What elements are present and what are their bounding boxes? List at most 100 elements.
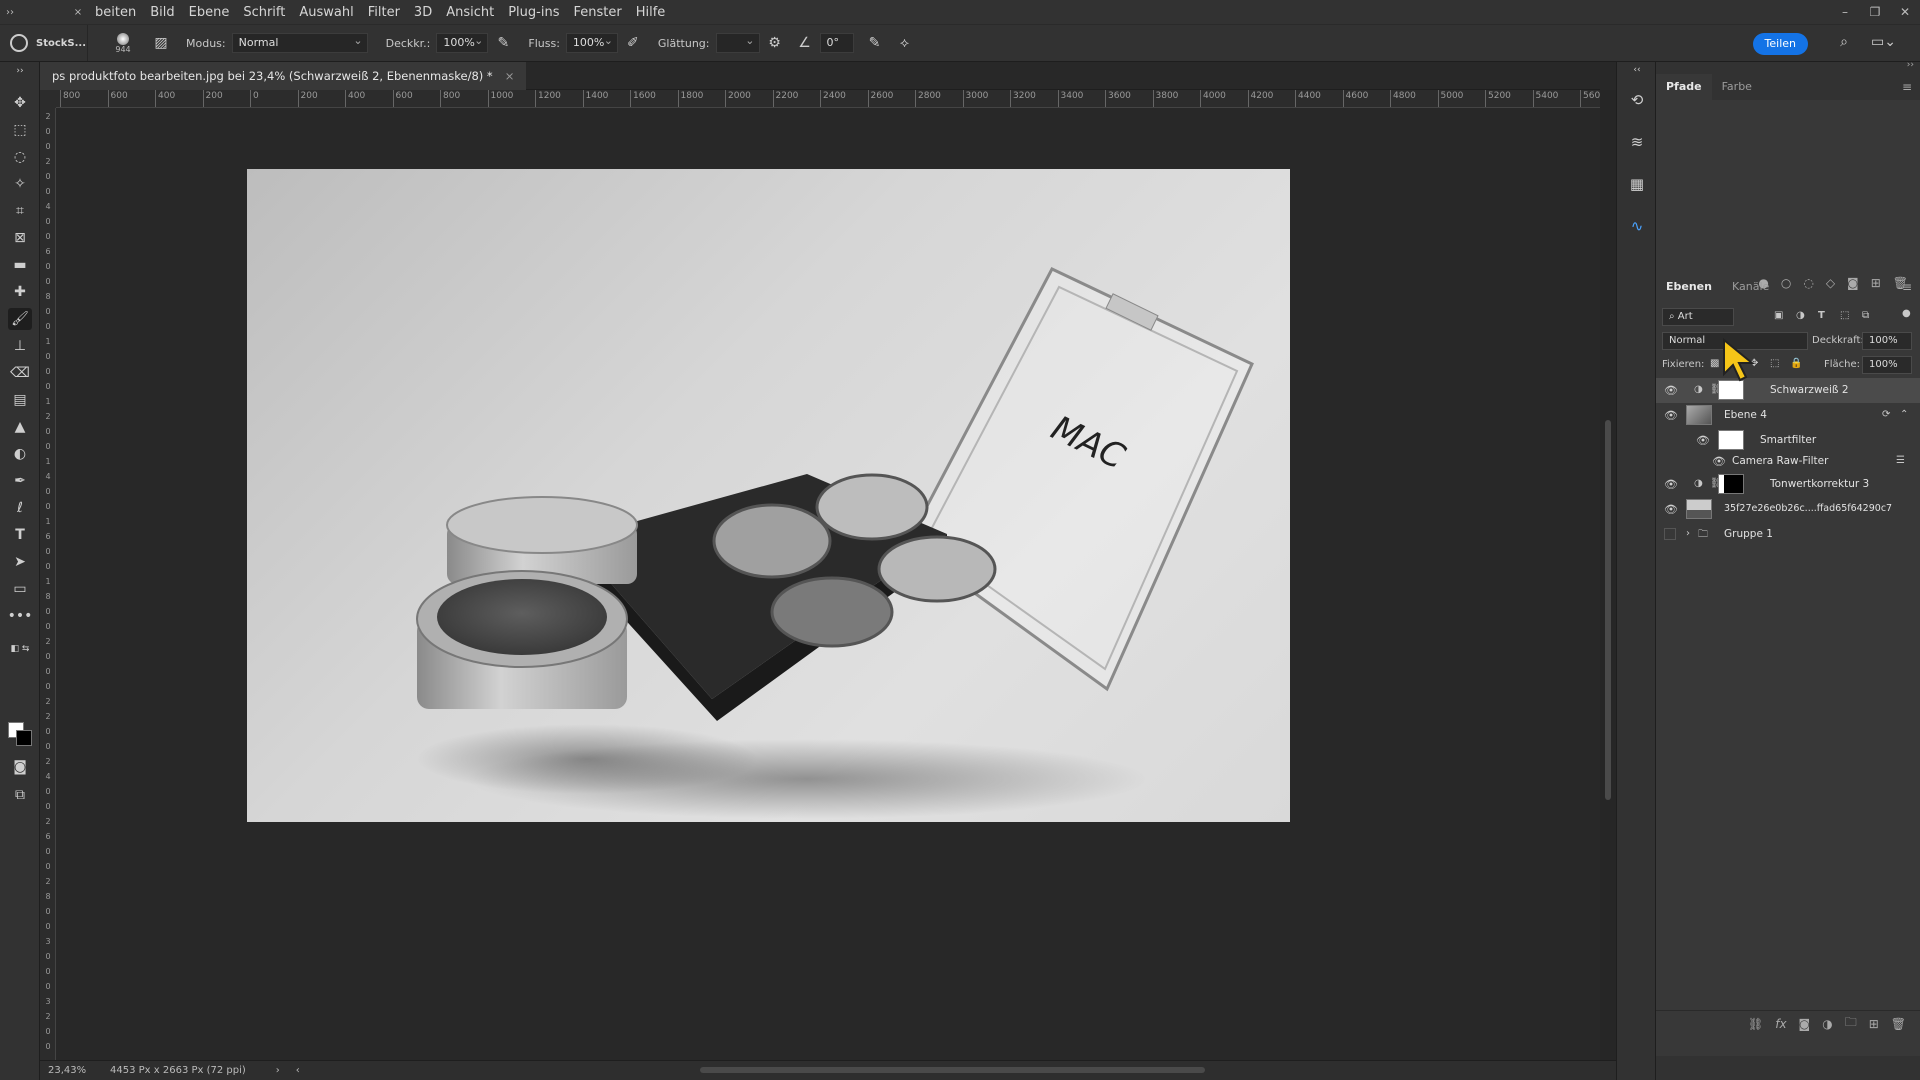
quick-mask-icon[interactable]: ◙: [8, 756, 32, 778]
lasso-tool-icon[interactable]: ◌: [8, 146, 32, 168]
visibility-eye-icon[interactable]: 👁: [1664, 409, 1678, 423]
paths-panel-menu-icon[interactable]: ≡: [1902, 80, 1912, 94]
home-button[interactable]: StockS...: [0, 25, 88, 61]
brush-settings-icon[interactable]: ▨: [150, 32, 172, 54]
window-close-icon[interactable]: ✕: [1890, 0, 1920, 24]
collapse-icon[interactable]: ››: [0, 7, 20, 18]
delete-layer-icon[interactable]: 🗑: [1891, 1017, 1906, 1031]
filter-adjustment-icon[interactable]: ◑: [1796, 310, 1805, 321]
dock-collapse-icon[interactable]: ‹‹: [1627, 60, 1647, 80]
marquee-tool-icon[interactable]: ⬚: [8, 119, 32, 141]
libraries-icon[interactable]: ▦: [1627, 174, 1647, 194]
document-info[interactable]: 4453 Px x 2663 Px (72 ppi): [100, 1065, 246, 1076]
menu-plugins[interactable]: Plug-ins: [501, 5, 566, 20]
airbrush-icon[interactable]: ✐: [622, 32, 644, 54]
visibility-empty-box[interactable]: [1664, 528, 1676, 540]
curves-icon[interactable]: ∿: [1627, 216, 1647, 236]
shape-tool-icon[interactable]: ▭: [8, 578, 32, 600]
layer-name[interactable]: Gruppe 1: [1724, 528, 1773, 540]
menu-select[interactable]: Auswahl: [292, 5, 360, 20]
layer-name[interactable]: Schwarzweiß 2: [1770, 384, 1849, 396]
layer-style-fx-icon[interactable]: fx: [1775, 1017, 1786, 1031]
layer-name[interactable]: Camera Raw-Filter: [1732, 455, 1828, 467]
tab-paths[interactable]: Pfade: [1656, 74, 1712, 100]
path-select-tool-icon[interactable]: ➤: [8, 551, 32, 573]
menu-help[interactable]: Hilfe: [629, 5, 673, 20]
symmetry-icon[interactable]: ⟡: [894, 32, 916, 54]
angle-field[interactable]: 0°: [819, 33, 854, 53]
share-button[interactable]: Teilen: [1752, 33, 1808, 55]
lock-artboard-icon[interactable]: ⬚: [1770, 358, 1779, 369]
smart-filter-mask-thumbnail[interactable]: [1718, 430, 1744, 450]
frame-tool-icon[interactable]: ⊠: [8, 227, 32, 249]
filter-pixel-icon[interactable]: ▣: [1774, 310, 1783, 321]
ruler-tool-icon[interactable]: ▬: [8, 254, 32, 276]
menu-window[interactable]: Fenster: [566, 5, 628, 20]
mode-select[interactable]: Normal: [231, 32, 368, 53]
horizontal-ruler[interactable]: 800 600 400 200 0 200 400 600 800 1000 1200 1400 160…: [56, 90, 1600, 108]
scroll-left-icon[interactable]: ‹: [296, 1065, 300, 1076]
layer-name[interactable]: Smartfilter: [1760, 434, 1816, 446]
panel-expand-icon[interactable]: ››: [8, 60, 32, 82]
healing-tool-icon[interactable]: ✚: [8, 281, 32, 303]
new-group-icon[interactable]: 🗀: [1845, 1013, 1857, 1034]
restore-icon[interactable]: ❐: [1860, 0, 1890, 24]
close-icon[interactable]: ×: [68, 7, 88, 18]
opacity-field[interactable]: 100%: [436, 32, 489, 53]
layer-mask-thumbnail[interactable]: [1718, 380, 1744, 400]
filter-toggle-icon[interactable]: ●: [1902, 308, 1911, 319]
tab-close-icon[interactable]: ×: [505, 62, 515, 90]
layers-dock-icon[interactable]: ≋: [1627, 132, 1647, 152]
move-tool-icon[interactable]: ✥: [8, 92, 32, 114]
menu-3d[interactable]: 3D: [407, 5, 439, 20]
smoothing-field[interactable]: [715, 32, 760, 53]
layer-thumbnail[interactable]: [1686, 405, 1712, 425]
tab-color[interactable]: Farbe: [1712, 74, 1762, 100]
menu-type[interactable]: Schrift: [236, 5, 292, 20]
layer-row-ebene4[interactable]: 👁 Ebene 4 ⟳ ⌃: [1656, 403, 1920, 428]
new-layer-icon[interactable]: ⊞: [1869, 1017, 1879, 1031]
flow-field[interactable]: 100%: [565, 32, 618, 53]
lock-transparent-icon[interactable]: ▩: [1710, 358, 1719, 369]
more-tools-icon[interactable]: •••: [8, 605, 33, 627]
document-image[interactable]: MAC: [247, 169, 1290, 822]
quick-select-tool-icon[interactable]: ✧: [8, 173, 32, 195]
filter-shape-icon[interactable]: ⬚: [1840, 310, 1849, 321]
layer-row-background-photo[interactable]: 👁 35f27e26e0b26c....ffad65f64290c7: [1656, 497, 1920, 522]
status-arrow-icon[interactable]: ›: [276, 1065, 280, 1076]
visibility-eye-icon[interactable]: 👁: [1696, 434, 1710, 448]
pen-tool-icon[interactable]: ✒: [8, 470, 32, 492]
layers-panel-menu-icon[interactable]: ≡: [1902, 280, 1912, 294]
screen-mode-icon[interactable]: ⧉: [8, 784, 32, 806]
eraser-tool-icon[interactable]: ⌫: [8, 362, 32, 384]
dodge-tool-icon[interactable]: ◐: [8, 443, 32, 465]
brush-tool-icon[interactable]: 🖌: [8, 308, 32, 330]
background-color-swatch[interactable]: [16, 730, 32, 746]
document-tab[interactable]: ps produktfoto bearbeiten.jpg bei 23,4% …: [40, 62, 527, 90]
brush-preset-picker[interactable]: 944: [100, 32, 146, 54]
default-colors-icon[interactable]: ◧ ⇆: [8, 638, 32, 660]
menu-layer[interactable]: Ebene: [182, 5, 237, 20]
lock-all-icon[interactable]: 🔒: [1790, 358, 1802, 369]
layer-name[interactable]: Tonwertkorrektur 3: [1770, 478, 1869, 490]
crop-tool-icon[interactable]: ⌗: [8, 200, 32, 222]
layer-row-schwarzweiss[interactable]: 👁 ◑ ⛓ Schwarzweiß 2: [1656, 378, 1920, 403]
vertical-scrollbar[interactable]: [1600, 90, 1616, 1060]
add-layer-mask-icon[interactable]: ◙: [1799, 1017, 1811, 1031]
menu-image[interactable]: Bild: [143, 5, 181, 20]
filter-type-icon[interactable]: T: [1818, 310, 1825, 321]
vertical-ruler[interactable]: 2 0 0 2 0 0 4 0 0 6 0 0 8 0 0 1 0 0 0 1 2 0 0 1 4 0 0 1 6 0 0 1 8 0 0 2 0 0 0 2…: [40, 108, 56, 1060]
zoom-level[interactable]: 23,43%: [40, 1065, 100, 1076]
group-expand-chevron-icon[interactable]: ›: [1686, 528, 1690, 539]
filter-smart-object-icon[interactable]: ⧉: [1862, 310, 1869, 321]
gradient-tool-icon[interactable]: ▤: [8, 389, 32, 411]
minimize-icon[interactable]: –: [1830, 0, 1860, 24]
canvas-area[interactable]: MAC: [56, 108, 1600, 1060]
type-tool-icon[interactable]: T: [8, 524, 32, 546]
vertical-scroll-thumb[interactable]: [1605, 420, 1611, 800]
expand-collapse-icon[interactable]: ⌃: [1900, 409, 1908, 420]
visibility-eye-icon[interactable]: 👁: [1664, 478, 1678, 492]
menu-view[interactable]: Ansicht: [439, 5, 501, 20]
panels-collapse-icon[interactable]: ››: [1907, 60, 1914, 70]
layer-name[interactable]: Ebene 4: [1724, 409, 1767, 421]
